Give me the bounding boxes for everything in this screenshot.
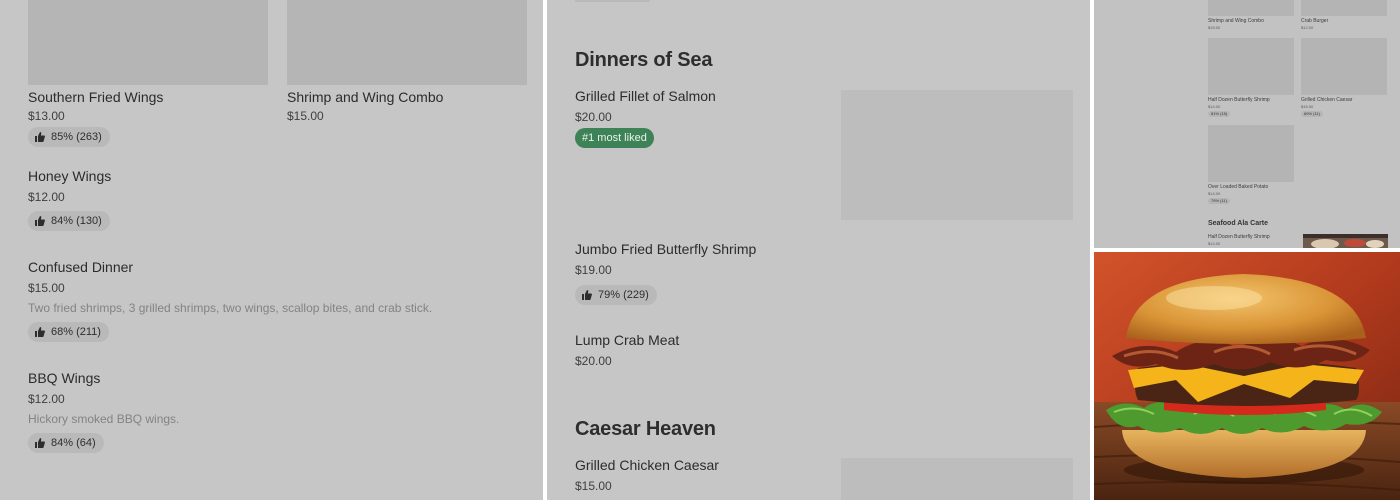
item-price: $13.00: [28, 109, 65, 123]
thumbs-up-icon: [35, 327, 45, 337]
rating-text: 84% (130): [51, 215, 102, 227]
item-price: $15.00: [1208, 25, 1221, 30]
section-heading: Caesar Heaven: [575, 418, 716, 440]
item-price: $12.00: [28, 190, 65, 204]
item-name: Honey Wings: [28, 168, 112, 184]
item-image[interactable]: [1301, 0, 1387, 16]
item-price: $15.00: [1301, 104, 1314, 109]
rating-badge-partial: [575, 0, 650, 2]
rating-text: 84% (64): [51, 437, 96, 449]
section-heading: Dinners of Sea: [575, 49, 713, 71]
item-image[interactable]: [1208, 38, 1294, 95]
item-image[interactable]: [1301, 38, 1387, 95]
item-image[interactable]: [28, 0, 268, 85]
rating-badge: 84% (130): [28, 211, 110, 231]
item-price: $15.00: [28, 281, 65, 295]
item-price: $15.00: [287, 109, 324, 123]
section-heading: Seafood Ala Carte: [1208, 220, 1269, 227]
item-name[interactable]: Half Dozen Butterfly Shrimp: [1208, 97, 1270, 103]
rating-badge: 79% (11): [1208, 198, 1230, 204]
item-name[interactable]: Over Loaded Baked Potato: [1208, 184, 1268, 190]
menu-panel-left: Southern Fried Wings $13.00 85% (263) Sh…: [0, 0, 543, 500]
item-name: Shrimp and Wing Combo: [287, 89, 444, 105]
item-price: $20.00: [575, 110, 612, 124]
item-price: $20.00: [575, 354, 612, 368]
item-price: $14.00: [1208, 104, 1221, 109]
item-image[interactable]: [287, 0, 527, 85]
item-image[interactable]: [1208, 125, 1294, 182]
rating-text: 85% (263): [51, 131, 102, 143]
item-name: BBQ Wings: [28, 370, 101, 386]
item-price: $12.00: [28, 392, 65, 406]
rating-badge: 85% (263): [28, 127, 110, 147]
item-description: Two fried shrimps, 3 grilled shrimps, tw…: [28, 301, 433, 315]
thumbs-up-icon: [582, 290, 592, 300]
item-name[interactable]: Crab Burger: [1301, 18, 1328, 24]
item-name: Southern Fried Wings: [28, 89, 164, 105]
menu-panel-middle: Dinners of Sea Grilled Fillet of Salmon …: [547, 0, 1090, 500]
item-image[interactable]: [841, 458, 1073, 500]
thumbs-up-icon: [35, 216, 45, 226]
rating-badge: 79% (229): [575, 285, 657, 305]
item-name[interactable]: Half Dozen Butterfly Shrimp: [1208, 234, 1270, 240]
item-name[interactable]: Shrimp and Wing Combo: [1208, 18, 1264, 24]
cheeseburger-photo-icon: [1094, 252, 1400, 500]
menu-panel-mini: Shrimp and Wing Combo $15.00 Crab Burger…: [1094, 0, 1400, 248]
item-price: $19.00: [575, 263, 612, 277]
item-name: Confused Dinner: [28, 259, 134, 275]
item-price: $12.00: [1301, 25, 1314, 30]
burger-photo: [1094, 252, 1400, 500]
item-name[interactable]: Grilled Chicken Caesar: [1301, 97, 1352, 103]
rating-text: 79% (229): [598, 289, 649, 301]
item-price: $15.00: [575, 479, 612, 493]
thumbs-up-icon: [35, 438, 45, 448]
rating-badge: 69% (11): [1301, 111, 1323, 117]
rating-badge: 81% (15): [1208, 111, 1231, 117]
item-name: Lump Crab Meat: [575, 332, 680, 348]
thumbs-up-icon: [35, 132, 45, 142]
item-name: Grilled Fillet of Salmon: [575, 88, 716, 104]
item-name: Jumbo Fried Butterfly Shrimp: [575, 241, 757, 257]
item-description: Hickory smoked BBQ wings.: [28, 412, 180, 426]
most-liked-badge: #1 most liked: [575, 128, 654, 148]
rating-badge: 84% (64): [28, 433, 104, 453]
item-image[interactable]: [841, 90, 1073, 220]
item-name: Grilled Chicken Caesar: [575, 457, 719, 473]
food-photo-thumb[interactable]: [1303, 234, 1388, 248]
rating-text: 68% (211): [51, 326, 101, 338]
item-image[interactable]: [1208, 0, 1294, 16]
rating-badge: 68% (211): [28, 322, 109, 342]
item-price: $14.00: [1208, 241, 1221, 246]
item-price: $14.00: [1208, 191, 1221, 196]
